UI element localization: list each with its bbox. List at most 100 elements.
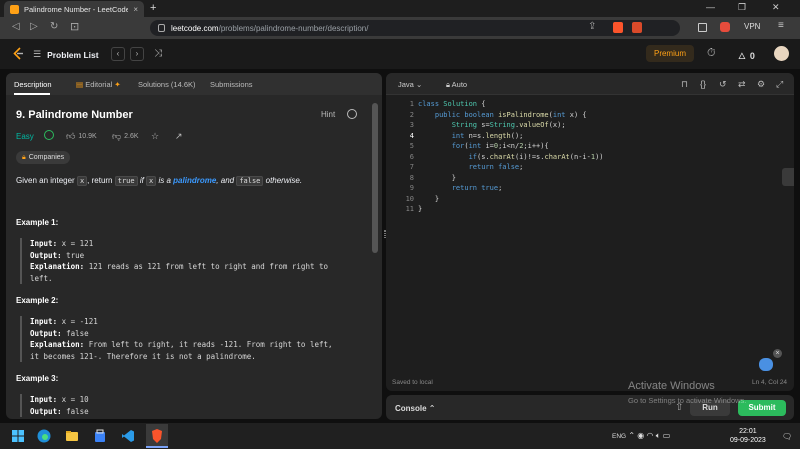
output-label: Output: bbox=[30, 250, 62, 260]
minimize-icon[interactable]: — bbox=[706, 2, 715, 12]
expand-icon[interactable]: ⤢ bbox=[776, 79, 783, 90]
like-button[interactable]: 👍︎ 10.9K bbox=[66, 131, 97, 142]
editor-side-tab[interactable] bbox=[782, 168, 794, 186]
explanation-label: Explanation: bbox=[30, 262, 85, 271]
bookmark-icon[interactable]: ⊓ bbox=[681, 79, 688, 90]
tab-editorial[interactable]: ▤ Editorial ✦ bbox=[76, 80, 121, 89]
shuffle-icon[interactable]: ⤨ bbox=[154, 48, 162, 59]
desc-text: if bbox=[137, 176, 147, 185]
system-tray[interactable]: ENG ⌃ ◉ ◠ 🔈︎ ▭ bbox=[612, 431, 670, 441]
example-block: Input: x = 10 Output: false bbox=[20, 394, 360, 417]
brave-browser-icon[interactable] bbox=[149, 428, 165, 444]
solved-check-icon bbox=[44, 130, 54, 140]
bookmark-icon[interactable]: ⊡ bbox=[70, 20, 79, 33]
code-line[interactable]: } bbox=[418, 194, 604, 205]
url-field[interactable]: leetcode.com/problems/palindrome-number/… bbox=[150, 20, 680, 36]
input-label: Input: bbox=[30, 395, 58, 404]
chevron-up-icon: ⌃ bbox=[628, 431, 636, 440]
dislike-button[interactable]: 👎︎ 2.6K bbox=[112, 131, 139, 142]
code-line[interactable]: public boolean isPalindrome(int x) { bbox=[418, 110, 604, 121]
reset-icon[interactable]: ↺ bbox=[719, 79, 727, 90]
explanation-label: Explanation: bbox=[30, 340, 85, 349]
code-area[interactable]: class Solution { public boolean isPalind… bbox=[418, 99, 604, 215]
chat-icon[interactable] bbox=[759, 358, 773, 371]
next-problem-button[interactable]: › bbox=[130, 47, 144, 61]
back-icon[interactable]: ◁ bbox=[12, 21, 20, 32]
console-toggle[interactable]: Console ⌃ bbox=[395, 404, 436, 413]
problem-tabs: Description ▤ Editorial ✦ Solutions (14.… bbox=[6, 73, 382, 95]
brave-shield-icon[interactable] bbox=[613, 22, 623, 33]
star-icon[interactable]: ☆ bbox=[151, 131, 159, 142]
language-select[interactable]: Java ⌄ bbox=[398, 80, 422, 89]
list-icon: ☰ bbox=[33, 49, 42, 59]
code-line[interactable]: return false; bbox=[418, 162, 604, 173]
desc-text: , and bbox=[216, 176, 237, 185]
restore-icon[interactable]: ❐ bbox=[738, 2, 746, 13]
close-chat-icon[interactable]: × bbox=[773, 349, 782, 358]
notifications-icon[interactable]: 🗨︎ bbox=[782, 432, 792, 441]
settings-panel-icon[interactable]: ⇄ bbox=[738, 79, 746, 90]
file-explorer-icon[interactable] bbox=[64, 428, 80, 444]
taskbar-clock[interactable]: 22:01 09-09-2023 bbox=[730, 427, 766, 445]
line-number: 7 bbox=[409, 163, 414, 171]
browser-tab[interactable]: Palindrome Number - LeetCode × bbox=[4, 1, 144, 17]
store-icon[interactable] bbox=[92, 428, 108, 444]
vscode-icon[interactable] bbox=[120, 428, 136, 444]
auto-mode-toggle[interactable]: 🔒︎ Auto bbox=[446, 80, 467, 90]
edge-icon[interactable] bbox=[36, 428, 52, 444]
vpn-button[interactable]: VPN bbox=[744, 22, 760, 31]
input-label: Input: bbox=[30, 317, 58, 326]
gear-icon[interactable]: ⚙ bbox=[757, 79, 765, 90]
code-line[interactable]: } bbox=[418, 204, 604, 215]
code-line[interactable]: } bbox=[418, 173, 604, 184]
avatar[interactable] bbox=[774, 46, 789, 61]
wallet-icon[interactable] bbox=[720, 22, 730, 32]
hint-button[interactable]: Hint bbox=[321, 110, 335, 119]
code-line[interactable]: int n=s.length(); bbox=[418, 131, 604, 142]
braces-icon[interactable]: {} bbox=[700, 79, 706, 89]
streak-counter[interactable]: 🜂 0 bbox=[738, 47, 755, 65]
code-line[interactable]: class Solution { bbox=[418, 99, 604, 110]
sidebar-toggle-icon[interactable] bbox=[698, 23, 707, 32]
line-number: 9 bbox=[409, 184, 414, 192]
lock-icon: 🔒︎ bbox=[22, 153, 26, 161]
explanation-text: left. bbox=[30, 273, 53, 283]
reload-icon[interactable]: ↻ bbox=[50, 21, 58, 32]
hint-icon[interactable] bbox=[347, 109, 357, 119]
fire-icon: 🜂 bbox=[738, 51, 746, 61]
desc-text: Given an integer bbox=[16, 176, 77, 185]
description-scrollbar[interactable] bbox=[372, 103, 378, 253]
new-tab-button[interactable]: + bbox=[150, 2, 156, 14]
output-value: false bbox=[61, 328, 89, 338]
brave-rewards-icon[interactable] bbox=[632, 22, 642, 33]
share-problem-icon[interactable]: ↗ bbox=[175, 131, 183, 142]
explanation-text: From left to right, it reads -121. From … bbox=[84, 340, 333, 349]
prev-problem-button[interactable]: ‹ bbox=[111, 47, 125, 61]
close-tab-icon[interactable]: × bbox=[133, 5, 138, 14]
tab-description[interactable]: Description bbox=[14, 80, 52, 89]
tab-solutions[interactable]: Solutions (14.6K) bbox=[138, 80, 196, 89]
palindrome-link[interactable]: palindrome bbox=[173, 176, 216, 185]
line-number: 11 bbox=[405, 205, 414, 213]
active-tab-indicator bbox=[14, 93, 50, 95]
desc-text: is a bbox=[156, 176, 174, 185]
code-line[interactable]: String s=String.valueOf(x); bbox=[418, 120, 604, 131]
code-line[interactable]: return true; bbox=[418, 183, 604, 194]
tab-submissions[interactable]: Submissions bbox=[210, 80, 253, 89]
timer-icon[interactable]: ⏱ bbox=[707, 47, 716, 60]
chevron-down-icon: ⌄ bbox=[415, 80, 423, 89]
menu-icon[interactable]: ≡ bbox=[778, 20, 784, 31]
code-line[interactable]: if(s.charAt(i)!=s.charAt(n-i-1)) bbox=[418, 152, 604, 163]
code-line[interactable]: for(int i=0;i<n/2;i++){ bbox=[418, 141, 604, 152]
desc-text: , return bbox=[87, 176, 115, 185]
line-number: 6 bbox=[409, 152, 414, 161]
close-window-icon[interactable]: ✕ bbox=[772, 2, 780, 13]
wifi-icon: ◠ bbox=[646, 431, 654, 440]
leetcode-logo-icon[interactable] bbox=[12, 47, 24, 60]
companies-tag[interactable]: 🔒︎ Companies bbox=[16, 151, 71, 164]
premium-button[interactable]: Premium bbox=[646, 45, 694, 62]
problem-list-link[interactable]: ☰ Problem List bbox=[33, 49, 99, 60]
forward-icon[interactable]: ▷ bbox=[30, 21, 38, 32]
share-icon[interactable]: ⇪ bbox=[588, 21, 596, 32]
windows-start-icon[interactable] bbox=[10, 428, 26, 444]
